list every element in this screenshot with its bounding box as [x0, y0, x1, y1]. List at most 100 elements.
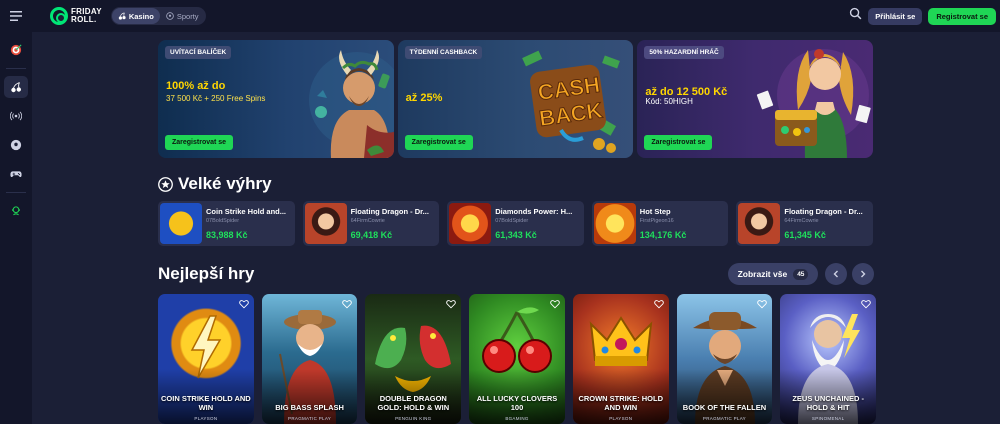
- win-amount: 61,345 Kč: [784, 230, 826, 240]
- mode-casino-button[interactable]: Kasino: [111, 8, 160, 24]
- cashback-illustration: CASH BACK: [522, 50, 621, 153]
- heart-icon[interactable]: [861, 299, 871, 309]
- woman-treasure-illustration: [756, 49, 871, 158]
- game-provider: PLAYSON: [194, 416, 218, 421]
- mode-switch: Kasino Sporty: [110, 7, 206, 25]
- mode-casino-label: Kasino: [128, 11, 154, 21]
- banner-register-button[interactable]: Zaregistrovat se: [404, 135, 473, 150]
- win-username: FirstPigeon16: [639, 218, 674, 224]
- site-logo[interactable]: FRIDAY ROLL.: [50, 7, 102, 25]
- games-count-badge: 45: [793, 268, 809, 280]
- target-icon: [10, 44, 22, 56]
- show-all-button[interactable]: Zobrazit vše 45: [728, 263, 818, 285]
- gamepad-icon: [10, 171, 22, 178]
- previous-button[interactable]: [825, 263, 847, 285]
- login-button[interactable]: Přihlásit se: [868, 7, 923, 25]
- sidebar-item-sports[interactable]: [4, 134, 28, 156]
- chevron-right-icon: [861, 270, 866, 278]
- promo-banner-high-roller[interactable]: 50% HAZARDNÍ HRÁČ až do 12 500 Kč Kód: 5…: [637, 40, 874, 158]
- sidebar-item-live[interactable]: [4, 105, 28, 127]
- win-username: 07BoldSpider: [206, 218, 240, 224]
- game-card[interactable]: DOUBLE DRAGON GOLD: HOLD & WIN PENGUIN K…: [365, 294, 462, 424]
- game-name: CROWN STRIKE: HOLD AND WIN: [578, 394, 664, 412]
- top-bar: FRIDAY ROLL. Kasino Sporty Přihlásit se …: [0, 0, 1000, 32]
- win-game-name: Floating Dragon - Dr...: [350, 207, 429, 216]
- game-provider: BGAMING: [505, 416, 529, 421]
- register-button[interactable]: Registrovat se: [928, 7, 996, 25]
- game-provider: PENGUIN KING: [395, 416, 432, 421]
- banner-subtitle: 37 500 Kč + 250 Free Spins: [166, 94, 266, 103]
- game-card[interactable]: BIG BASS SPLASH PRAGMATIC PLAY: [261, 294, 358, 424]
- banner-register-button[interactable]: Zaregistrovat se: [165, 135, 234, 150]
- logo-line-2: ROLL: [71, 15, 94, 24]
- game-name: ZEUS UNCHAINED - HOLD & HIT: [792, 394, 864, 412]
- game-provider: PRAGMATIC PLAY: [702, 416, 746, 421]
- cherries-icon: [118, 12, 126, 20]
- hamburger-menu-button[interactable]: [0, 0, 32, 32]
- win-username: 07BoldSpider: [495, 218, 529, 224]
- game-card[interactable]: ALL LUCKY CLOVERS 100 BGAMING: [469, 294, 565, 424]
- game-thumbnail: [304, 203, 347, 244]
- sidebar-divider: [6, 68, 26, 69]
- live-broadcast-icon: [10, 111, 22, 121]
- game-name: DOUBLE DRAGON GOLD: HOLD & WIN: [377, 394, 450, 412]
- win-amount: 134,176 Kč: [639, 230, 687, 240]
- game-name: COIN STRIKE HOLD AND WIN: [161, 394, 251, 412]
- support-icon: [12, 206, 20, 216]
- win-amount: 69,418 Kč: [350, 230, 393, 240]
- game-name: ALL LUCKY CLOVERS 100: [476, 394, 558, 412]
- game-card[interactable]: COIN STRIKE HOLD AND WIN PLAYSON: [158, 294, 254, 424]
- mode-sports-button[interactable]: Sporty: [160, 8, 205, 24]
- heart-icon[interactable]: [238, 299, 249, 309]
- promo-banner-welcome[interactable]: UVÍTACÍ BALÍČEK 100% až do 37 500 Kč + 2…: [158, 40, 394, 158]
- win-game-name: Floating Dragon - Dr...: [784, 207, 863, 216]
- sidebar-item-support[interactable]: [4, 200, 28, 222]
- big-wins-title: Velké výhry: [178, 174, 272, 193]
- search-icon: [850, 7, 862, 20]
- heart-icon[interactable]: [446, 299, 456, 309]
- game-card[interactable]: CROWN STRIKE: HOLD AND WIN PLAYSON: [572, 294, 669, 424]
- heart-icon[interactable]: [757, 299, 768, 309]
- win-username: 64FirmCowrie: [350, 218, 385, 224]
- menu-icon: [10, 11, 22, 21]
- heart-icon[interactable]: [550, 299, 560, 309]
- sidebar-item-target[interactable]: [4, 39, 28, 61]
- game-card[interactable]: BOOK OF THE FALLEN PRAGMATIC PLAY: [676, 294, 773, 424]
- soccer-ball-icon: [166, 12, 174, 20]
- game-provider: SPINOMENAL: [811, 416, 845, 421]
- win-card[interactable]: Hot Step FirstPigeon16 134,176 Kč: [591, 201, 729, 246]
- heart-icon[interactable]: [653, 299, 664, 309]
- sidebar-item-games[interactable]: [4, 163, 28, 185]
- banner-tag: UVÍTACÍ BALÍČEK: [165, 46, 232, 59]
- show-all-label: Zobrazit vše: [737, 269, 788, 279]
- big-wins-list: Coin Strike Hold and... 07BoldSpider 83,…: [158, 201, 873, 246]
- game-card[interactable]: ZEUS UNCHAINED - HOLD & HIT SPINOMENAL: [780, 294, 877, 424]
- win-card[interactable]: Floating Dragon - Dr... 64FirmCowrie 61,…: [736, 201, 873, 246]
- satyr-illustration: [308, 50, 394, 158]
- heart-icon[interactable]: [342, 299, 353, 309]
- sidebar: [0, 32, 32, 424]
- game-provider: PLAYSON: [609, 416, 633, 421]
- win-card[interactable]: Diamonds Power: H... 07BoldSpider 61,343…: [447, 201, 584, 246]
- best-games-list: COIN STRIKE HOLD AND WIN PLAYSON BIG BAS…: [158, 294, 877, 424]
- sidebar-item-casino[interactable]: [4, 76, 28, 98]
- search-button[interactable]: [849, 7, 862, 25]
- promo-banner-cashback[interactable]: CASH BACK TÝDENNÍ CASHBACK až 25% Zaregi…: [397, 40, 634, 158]
- win-card[interactable]: Floating Dragon - Dr... 64FirmCowrie 69,…: [302, 201, 440, 246]
- big-wins-heading: Velké výhry: [158, 174, 272, 194]
- banner-title: 100% až do: [166, 80, 226, 92]
- game-thumbnail: [449, 203, 492, 244]
- banner-subtitle: Kód: 50HIGH: [645, 97, 693, 106]
- win-card[interactable]: Coin Strike Hold and... 07BoldSpider 83,…: [158, 201, 295, 246]
- best-games-title: Nejlepší hry: [158, 264, 255, 283]
- win-amount: 83,988 Kč: [206, 230, 248, 240]
- mode-sports-label: Sporty: [176, 11, 199, 21]
- promo-banners: UVÍTACÍ BALÍČEK 100% až do 37 500 Kč + 2…: [158, 40, 874, 158]
- banner-tag: 50% HAZARDNÍ HRÁČ: [644, 46, 724, 59]
- best-games-heading: Nejlepší hry: [158, 264, 254, 284]
- next-button[interactable]: [852, 263, 874, 285]
- banner-register-button[interactable]: Zaregistrovat se: [644, 135, 713, 150]
- win-game-name: Diamonds Power: H...: [495, 207, 573, 216]
- game-provider: PRAGMATIC PLAY: [288, 416, 332, 421]
- game-thumbnail: [593, 203, 636, 244]
